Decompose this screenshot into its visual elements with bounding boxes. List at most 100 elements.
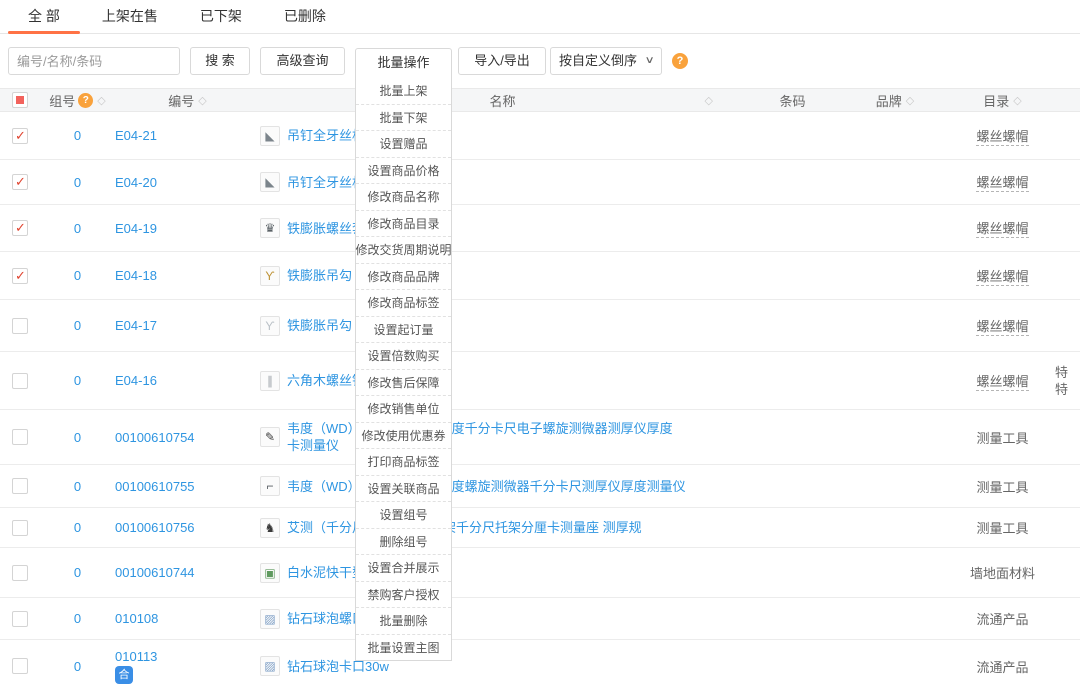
search-input[interactable] — [8, 47, 180, 75]
sort-icon[interactable]: ◇ — [198, 94, 206, 107]
batch-menu-item[interactable]: 设置倍数购买 — [356, 342, 451, 369]
sort-icon[interactable]: ◇ — [705, 94, 713, 107]
batch-menu-item[interactable]: 批量下架 — [356, 104, 451, 131]
product-name-link[interactable]: 白水泥快干型 — [287, 564, 365, 581]
batch-menu-item[interactable]: 批量设置主图 — [356, 634, 451, 661]
product-code-link[interactable]: E04-18 — [115, 268, 157, 283]
product-name-link[interactable]: 铁膨胀吊勾 — [287, 317, 352, 334]
product-code-link[interactable]: E04-16 — [115, 373, 157, 388]
batch-menu-item[interactable]: 设置组号 — [356, 501, 451, 528]
help-icon[interactable]: ? — [672, 53, 688, 69]
product-name-link[interactable]: 韦度（WD）数显千分尺高精度螺旋测微器千分卡尺测厚仪厚度测量仪 — [287, 478, 686, 495]
row-checkbox[interactable] — [12, 318, 28, 334]
row-checkbox[interactable] — [12, 611, 28, 627]
product-code-link[interactable]: E04-17 — [115, 318, 157, 333]
group-number-link[interactable]: 0 — [74, 430, 81, 445]
group-number-link[interactable]: 0 — [74, 520, 81, 535]
batch-menu-item[interactable]: 修改交货周期说明 — [356, 236, 451, 263]
select-all-checkbox[interactable] — [12, 92, 28, 108]
row-checkbox[interactable] — [12, 373, 28, 389]
advanced-query-button[interactable]: 高级查询 — [260, 47, 345, 75]
batch-menu-item[interactable]: 修改销售单位 — [356, 395, 451, 422]
product-thumbnail: Ƴ — [260, 316, 280, 336]
sort-icon[interactable]: ◇ — [97, 94, 105, 107]
batch-menu-item[interactable]: 批量上架 — [356, 77, 451, 104]
product-code-link[interactable]: E04-20 — [115, 175, 157, 190]
group-number-link[interactable]: 0 — [74, 611, 81, 626]
table-row: 000100610755⌐韦度（WD）数显千分尺高精度螺旋测微器千分卡尺测厚仪厚… — [0, 465, 1080, 508]
row-checkbox[interactable] — [12, 174, 28, 190]
group-number-link[interactable]: 0 — [74, 128, 81, 143]
product-thumbnail: ♛ — [260, 218, 280, 238]
batch-menu-item[interactable]: 修改售后保障 — [356, 369, 451, 396]
catalog-label: 流通产品 — [976, 609, 1028, 628]
batch-menu-item[interactable]: 设置赠品 — [356, 130, 451, 157]
group-help-icon[interactable]: ? — [78, 93, 93, 108]
row-checkbox[interactable] — [12, 220, 28, 236]
batch-operations-button[interactable]: 批量操作 — [356, 49, 451, 77]
group-number-link[interactable]: 0 — [74, 373, 81, 388]
product-name-link[interactable]: 铁膨胀吊勾 — [287, 267, 352, 284]
group-number-link[interactable]: 0 — [74, 175, 81, 190]
batch-menu-item[interactable]: 修改商品标签 — [356, 289, 451, 316]
product-code-link[interactable]: 010113 — [115, 649, 157, 664]
row-checkbox[interactable] — [12, 429, 28, 445]
tab-on-sale[interactable]: 上架在售 — [102, 0, 158, 34]
product-code-link[interactable]: 00100610756 — [115, 520, 195, 535]
group-number-link[interactable]: 0 — [74, 318, 81, 333]
batch-menu-item[interactable]: 设置合并展示 — [356, 554, 451, 581]
search-button[interactable]: 搜 索 — [190, 47, 250, 75]
batch-menu-item[interactable]: 批量删除 — [356, 607, 451, 634]
catalog-label: 流通产品 — [976, 657, 1028, 676]
group-number-link[interactable]: 0 — [74, 268, 81, 283]
row-checkbox[interactable] — [12, 520, 28, 536]
product-name-link[interactable]: 卡测量仪 — [287, 437, 673, 454]
row-checkbox[interactable] — [12, 478, 28, 494]
batch-menu-item[interactable]: 设置起订量 — [356, 316, 451, 343]
product-thumbnail: ▨ — [260, 609, 280, 629]
table-row: 0E04-19♛铁膨胀螺丝套装螺丝螺帽 — [0, 205, 1080, 252]
product-name-link[interactable]: 六角木螺丝钉 — [287, 372, 365, 389]
product-code-link[interactable]: 00100610754 — [115, 430, 195, 445]
extra-tag-line: 特 — [1055, 381, 1068, 398]
catalog-label: 螺丝螺帽 — [976, 371, 1028, 391]
product-code-link[interactable]: 00100610744 — [115, 565, 195, 580]
table-row: 0E04-17Ƴ铁膨胀吊勾螺丝螺帽 — [0, 300, 1080, 352]
product-name-link[interactable]: 艾测（千分尺座）千分尺支架千分尺托架分厘卡测量座 测厚规 — [287, 519, 642, 536]
batch-operations-menu: 批量上架批量下架设置赠品设置商品价格修改商品名称修改商品目录修改交货周期说明修改… — [356, 77, 451, 660]
group-number-link[interactable]: 0 — [74, 479, 81, 494]
tab-deleted[interactable]: 已删除 — [284, 0, 326, 34]
sort-icon[interactable]: ◇ — [1013, 94, 1021, 107]
product-code-link[interactable]: 00100610755 — [115, 479, 195, 494]
product-thumbnail: ✎ — [260, 427, 280, 447]
batch-menu-item[interactable]: 删除组号 — [356, 528, 451, 555]
sort-icon[interactable]: ◇ — [906, 94, 914, 107]
batch-menu-item[interactable]: 设置关联商品 — [356, 475, 451, 502]
product-name-link[interactable]: 吊钉全牙丝杆 — [287, 127, 365, 144]
tab-off-shelf[interactable]: 已下架 — [200, 0, 242, 34]
group-number-link[interactable]: 0 — [74, 221, 81, 236]
batch-operations-dropdown: 批量操作 批量上架批量下架设置赠品设置商品价格修改商品名称修改商品目录修改交货周… — [355, 48, 452, 661]
batch-menu-item[interactable]: 修改商品名称 — [356, 183, 451, 210]
group-number-link[interactable]: 0 — [74, 659, 81, 674]
import-export-button[interactable]: 导入/导出 — [458, 47, 546, 75]
row-checkbox[interactable] — [12, 565, 28, 581]
product-name-link[interactable]: 韦度（WD）数显千分尺高精度千分卡尺电子螺旋测微器测厚仪厚度 — [287, 420, 673, 437]
product-thumbnail: ♞ — [260, 518, 280, 538]
tab-all[interactable]: 全 部 — [28, 0, 60, 34]
batch-menu-item[interactable]: 禁购客户授权 — [356, 581, 451, 608]
batch-menu-item[interactable]: 修改商品目录 — [356, 210, 451, 237]
batch-menu-item[interactable]: 修改使用优惠券 — [356, 422, 451, 449]
product-name-link[interactable]: 吊钉全牙丝杆 — [287, 174, 365, 191]
group-number-link[interactable]: 0 — [74, 565, 81, 580]
product-code-link[interactable]: 010108 — [115, 611, 158, 626]
batch-menu-item[interactable]: 修改商品品牌 — [356, 263, 451, 290]
batch-menu-item[interactable]: 打印商品标签 — [356, 448, 451, 475]
product-code-link[interactable]: E04-21 — [115, 128, 157, 143]
row-checkbox[interactable] — [12, 268, 28, 284]
row-checkbox[interactable] — [12, 128, 28, 144]
product-code-link[interactable]: E04-19 — [115, 221, 157, 236]
batch-menu-item[interactable]: 设置商品价格 — [356, 157, 451, 184]
sort-order-select[interactable]: 按自定义倒序 ∨ — [550, 47, 662, 75]
row-checkbox[interactable] — [12, 658, 28, 674]
